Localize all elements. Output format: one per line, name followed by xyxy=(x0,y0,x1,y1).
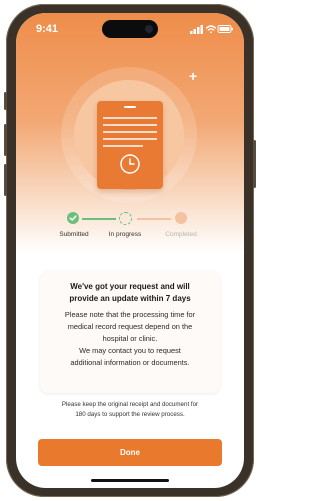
wifi-icon xyxy=(205,25,217,34)
camera-icon xyxy=(145,25,153,33)
battery-icon xyxy=(217,25,233,33)
receipt-note: Please keep the original receipt and doc… xyxy=(32,400,228,420)
receipt-note-line: 180 days to support the review process. xyxy=(75,411,185,418)
volume-up-button xyxy=(4,124,7,156)
sparkle-icon: + xyxy=(189,68,198,84)
card-title-line: We've got your request and will xyxy=(70,282,190,291)
clock-icon xyxy=(120,154,140,174)
step-in-progress-indicator xyxy=(119,212,132,225)
step-label-completed: Completed xyxy=(165,231,197,238)
card-body-line: We may contact you to request xyxy=(79,346,181,355)
document-line xyxy=(103,131,157,133)
card-body-line: Please note that the processing time for xyxy=(64,310,196,319)
check-icon xyxy=(69,215,77,221)
status-bar: 9:41 xyxy=(16,13,244,41)
step-label-in-progress: In progress xyxy=(108,231,142,238)
step-submitted-indicator xyxy=(67,212,79,224)
document-clip xyxy=(124,106,136,108)
document-icon xyxy=(97,101,163,189)
document-line xyxy=(103,138,157,140)
mute-switch xyxy=(4,92,7,110)
card-title-line: provide an update within 7 days xyxy=(69,294,191,303)
document-line xyxy=(103,145,143,147)
card-title: We've got your request and will provide … xyxy=(48,281,212,305)
receipt-note-line: Please keep the original receipt and doc… xyxy=(61,401,199,408)
card-body-line: additional information or documents. xyxy=(70,358,190,367)
document-line xyxy=(103,124,157,126)
card-body-line: medical record request depend on the xyxy=(67,322,193,331)
confirmation-card: We've got your request and will provide … xyxy=(40,271,220,393)
step-completed-indicator xyxy=(175,212,187,224)
progress-stepper: Submitted In progress Completed xyxy=(16,211,244,251)
dynamic-island xyxy=(102,20,158,38)
signal-icon xyxy=(190,25,203,34)
status-time: 9:41 xyxy=(36,23,59,35)
status-icons xyxy=(190,25,233,34)
volume-down-button xyxy=(4,164,7,196)
card-body: Please note that the processing time for… xyxy=(46,309,214,369)
home-indicator[interactable] xyxy=(91,479,169,482)
done-button[interactable]: Done xyxy=(38,439,222,466)
power-button xyxy=(253,140,256,188)
step-connector-2 xyxy=(137,218,171,220)
step-connector-1 xyxy=(82,218,116,220)
app-screen: 9:41 + Submitted In progress Completed W… xyxy=(16,13,244,488)
document-line xyxy=(103,117,157,119)
card-body-line: hospital or clinic. xyxy=(102,334,158,343)
